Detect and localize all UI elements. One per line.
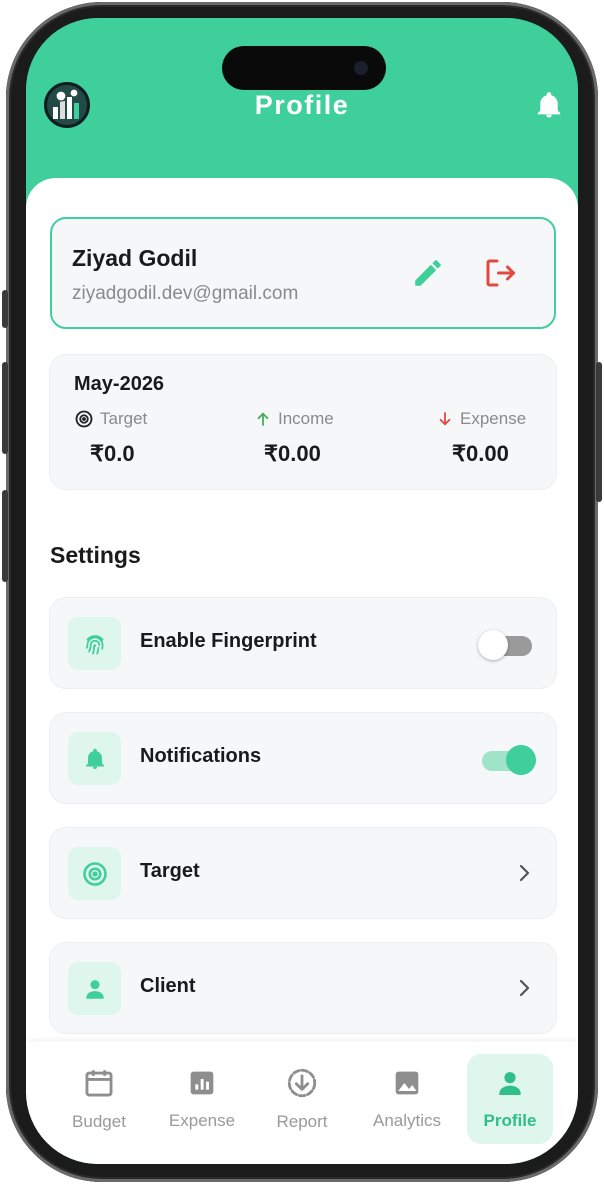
- person-icon: [499, 1072, 521, 1095]
- notifications-toggle[interactable]: [478, 742, 536, 775]
- side-button: [2, 290, 8, 328]
- calendar-icon: [85, 1070, 113, 1097]
- target-label: Target: [100, 409, 148, 428]
- nav-label: Expense: [168, 1111, 236, 1130]
- user-email: ziyadgodil.dev@gmail.com: [72, 283, 299, 304]
- settings-heading: Settings: [50, 542, 141, 568]
- setting-label: Client: [140, 975, 196, 997]
- income-stat: Income ₹0.00: [254, 407, 334, 467]
- target-value: ₹0.0: [90, 441, 135, 466]
- bell-icon: [68, 732, 121, 785]
- page-title: Profile: [254, 90, 350, 120]
- income-label: Income: [278, 409, 334, 428]
- download-circle-icon: [287, 1068, 317, 1098]
- nav-label: Analytics: [372, 1111, 442, 1130]
- app-header: Profile: [26, 18, 578, 178]
- notifications-button[interactable]: [534, 90, 564, 120]
- profile-content: Ziyad Godil ziyadgodil.dev@gmail.com May…: [26, 178, 578, 1048]
- nav-label: Budget: [72, 1112, 126, 1131]
- setting-label: Target: [140, 860, 200, 882]
- expense-stat: Expense ₹0.00: [436, 407, 526, 467]
- person-icon: [68, 962, 121, 1015]
- volume-up-button: [2, 362, 8, 454]
- target-icon: [75, 410, 93, 428]
- arrow-up-icon: [257, 412, 269, 426]
- nav-analytics[interactable]: Analytics: [364, 1054, 450, 1144]
- expense-value: ₹0.00: [452, 441, 509, 466]
- income-value: ₹0.00: [264, 441, 321, 466]
- nav-report[interactable]: Report: [259, 1054, 345, 1144]
- arrow-down-icon: [439, 412, 451, 426]
- chevron-right-icon[interactable]: [512, 976, 536, 1000]
- pencil-icon: [415, 260, 441, 286]
- setting-target[interactable]: Target: [50, 828, 556, 918]
- edit-profile-button[interactable]: [408, 253, 448, 293]
- dynamic-island: [222, 46, 386, 90]
- nav-budget[interactable]: Budget: [56, 1054, 142, 1144]
- summary-month: May-2026: [74, 373, 165, 395]
- profile-card: Ziyad Godil ziyadgodil.dev@gmail.com: [50, 217, 556, 329]
- fingerprint-icon: [68, 617, 121, 670]
- target-icon: [68, 847, 121, 900]
- monthly-summary-card: May-2026 Target ₹0.0 Income ₹0.00 Expens…: [50, 355, 556, 489]
- setting-notifications[interactable]: Notifications: [50, 713, 556, 803]
- app-screen: Profile Ziyad Godil ziyadgodil.dev@gmail…: [26, 18, 578, 1164]
- nav-label: Report: [276, 1112, 328, 1131]
- power-button: [596, 362, 602, 502]
- setting-fingerprint[interactable]: Enable Fingerprint: [50, 598, 556, 688]
- fingerprint-toggle[interactable]: [478, 627, 536, 660]
- setting-label: Enable Fingerprint: [140, 630, 317, 652]
- volume-down-button: [2, 490, 8, 582]
- chevron-right-icon[interactable]: [512, 861, 536, 885]
- bottom-nav: Budget Expense Report Analytics Profile: [26, 1042, 578, 1164]
- user-name: Ziyad Godil: [72, 245, 198, 271]
- target-stat: Target ₹0.0: [74, 407, 147, 467]
- image-icon: [395, 1071, 419, 1095]
- expense-label: Expense: [460, 409, 527, 428]
- logout-button[interactable]: [480, 253, 520, 293]
- nav-profile[interactable]: Profile: [467, 1054, 553, 1144]
- nav-label: Profile: [483, 1111, 537, 1130]
- nav-expense[interactable]: Expense: [159, 1054, 245, 1144]
- setting-label: Notifications: [140, 745, 262, 767]
- bell-icon: [537, 92, 561, 118]
- bar-chart-icon: [190, 1071, 214, 1095]
- setting-client[interactable]: Client: [50, 943, 556, 1033]
- logout-icon: [486, 259, 515, 287]
